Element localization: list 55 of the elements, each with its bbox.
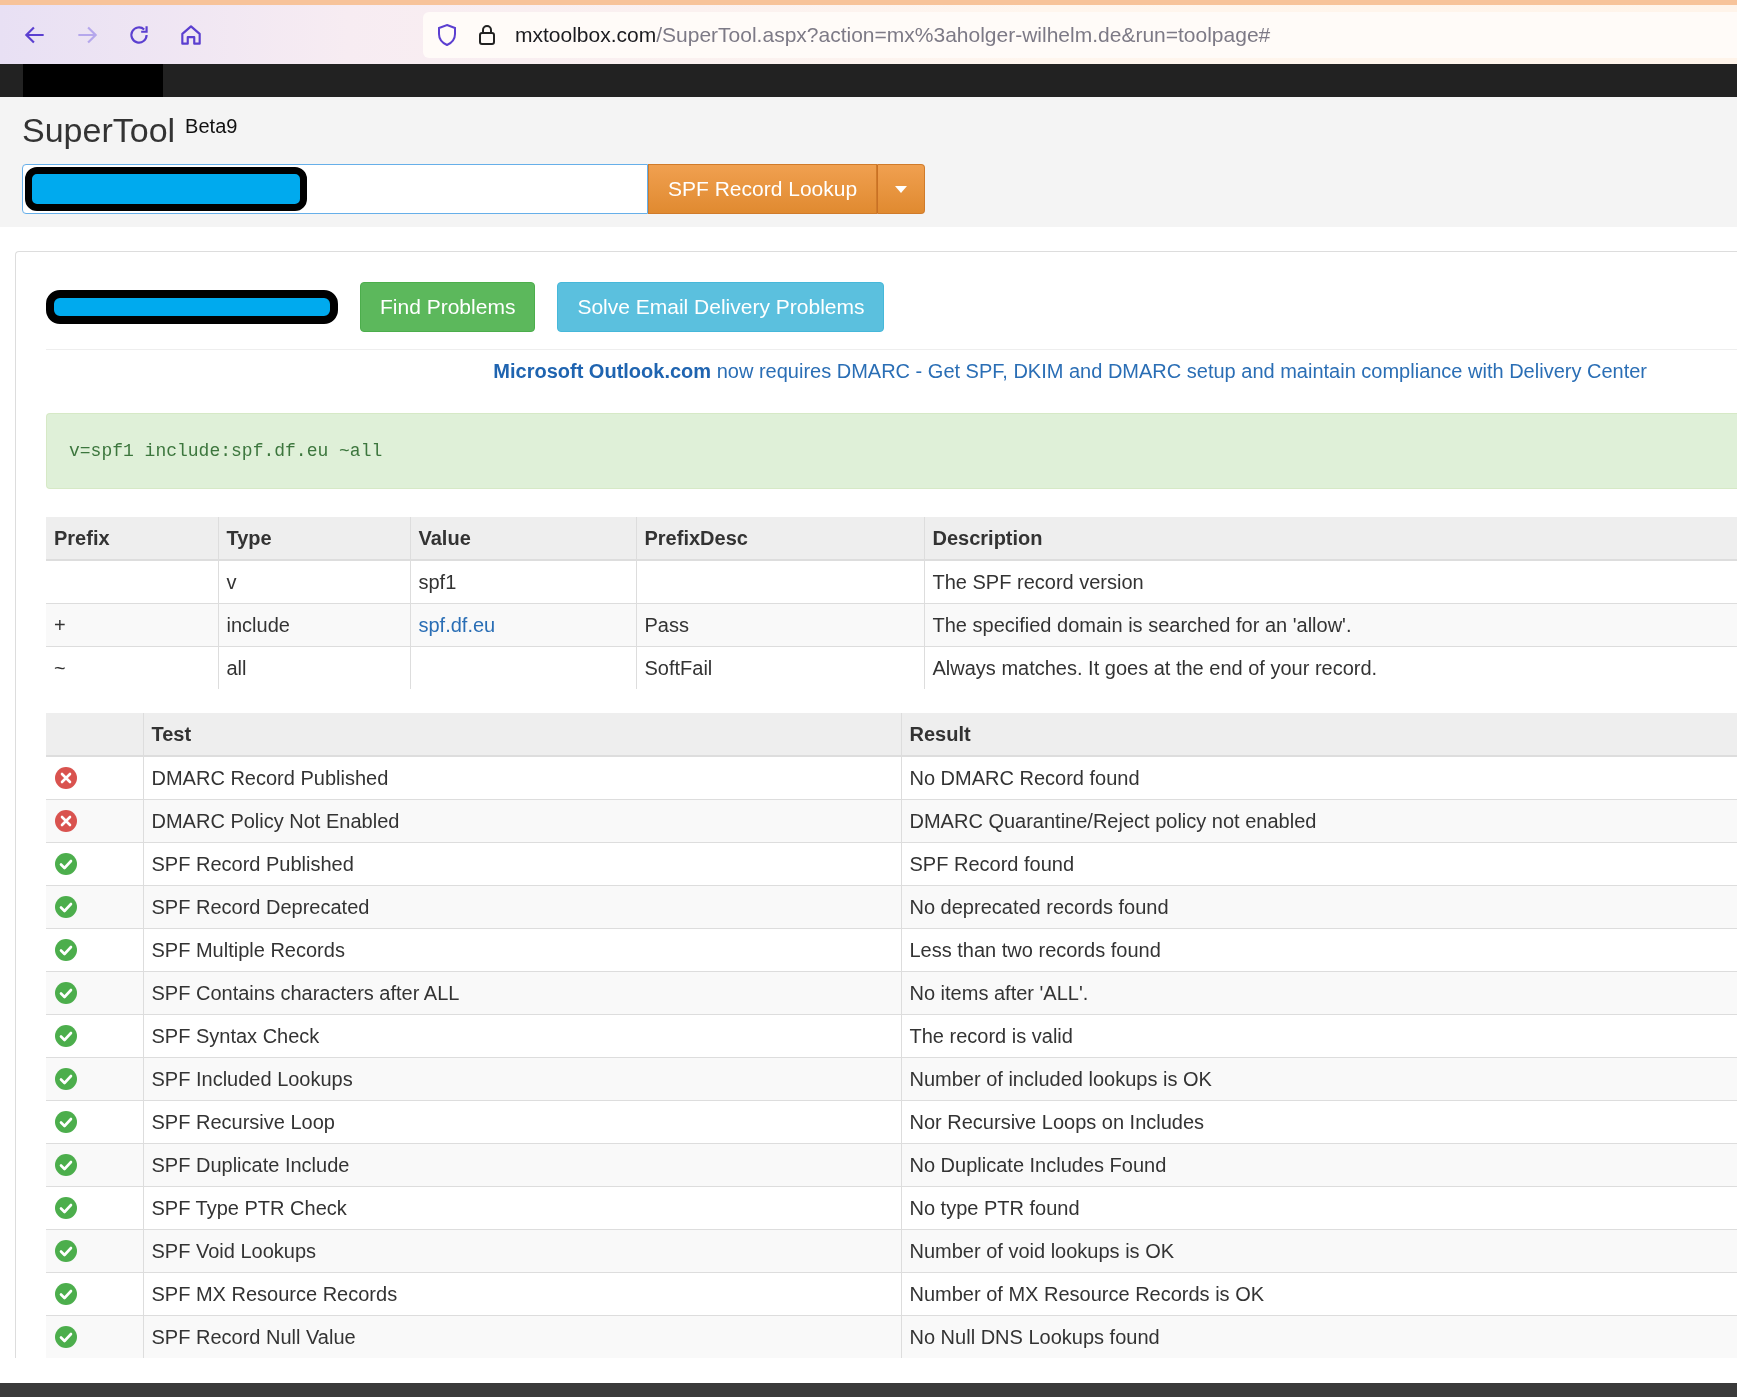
- table-cell: The specified domain is searched for an 'allow'.: [924, 603, 1737, 647]
- table-cell: ~: [46, 646, 218, 689]
- error-icon: [54, 766, 78, 790]
- table-cell: SPF Void Lookups: [143, 1229, 901, 1273]
- promo-link[interactable]: Microsoft Outlook.com now requires DMARC - Get SPF, DKIM and DMARC setup and maintain compliance with Delivery Center: [493, 360, 1647, 382]
- column-header: Prefix: [46, 517, 218, 560]
- dropdown-button[interactable]: [877, 164, 926, 214]
- shield-icon[interactable]: [435, 22, 459, 47]
- table-cell: Number of included lookups is OK: [901, 1057, 1737, 1101]
- table-cell: SPF Record Null Value: [143, 1315, 901, 1358]
- domain-link[interactable]: spf.df.eu: [418, 613, 496, 636]
- table-cell: Pass: [636, 603, 924, 647]
- address-bar[interactable]: mxtoolbox.com/SuperTool.aspx?action=mx%3aholger-wilhelm.de&run=toolpage#: [423, 11, 1737, 58]
- url-text: mxtoolbox.com/SuperTool.aspx?action=mx%3aholger-wilhelm.de&run=toolpage#: [515, 22, 1271, 47]
- table-cell: No Duplicate Includes Found: [901, 1143, 1737, 1187]
- table-cell: DMARC Quarantine/Reject policy not enabled: [901, 799, 1737, 843]
- check-icon: [54, 1153, 78, 1177]
- column-header: Test: [143, 713, 901, 756]
- check-icon: [54, 981, 78, 1005]
- check-icon: [54, 1239, 78, 1263]
- spf-record-text: v=spf1 include:spf.df.eu ~all: [69, 441, 383, 461]
- check-icon: [54, 938, 78, 962]
- column-header: Type: [218, 517, 410, 560]
- check-icon: [54, 895, 78, 919]
- table-cell: SPF Duplicate Include: [143, 1143, 901, 1187]
- table-cell: No Null DNS Lookups found: [901, 1315, 1737, 1358]
- caret-icon: [895, 185, 908, 193]
- column-header: Result: [901, 713, 1737, 756]
- table-cell: Always matches. It goes at the end of your record.: [924, 646, 1737, 689]
- column-header: PrefixDesc: [636, 517, 924, 560]
- table-cell: include: [218, 603, 410, 647]
- check-icon: [54, 852, 78, 876]
- check-icon: [54, 1325, 78, 1349]
- table-cell: SoftFail: [636, 646, 924, 689]
- column-header: Description: [924, 517, 1737, 560]
- table-cell: No deprecated records found: [901, 885, 1737, 929]
- check-icon: [54, 1282, 78, 1306]
- column-header: Value: [410, 517, 636, 560]
- check-icon: [54, 1024, 78, 1048]
- error-icon: [54, 809, 78, 833]
- check-icon: [54, 1110, 78, 1134]
- check-icon: [54, 1196, 78, 1220]
- table-cell: Number of void lookups is OK: [901, 1229, 1737, 1273]
- table-cell: SPF Included Lookups: [143, 1057, 901, 1101]
- table-cell: DMARC Policy Not Enabled: [143, 799, 901, 843]
- page-title: SuperTool: [22, 111, 176, 150]
- table-cell: all: [218, 646, 410, 689]
- search-field[interactable]: [22, 164, 648, 214]
- active-nav-tab[interactable]: [23, 62, 163, 97]
- table-cell: SPF Record Deprecated: [143, 885, 901, 929]
- table-cell: SPF Contains characters after ALL: [143, 971, 901, 1015]
- table-cell: +: [46, 603, 218, 647]
- table-cell: No items after 'ALL'.: [901, 971, 1737, 1015]
- version-label: Beta9: [185, 115, 238, 138]
- check-icon: [54, 1067, 78, 1091]
